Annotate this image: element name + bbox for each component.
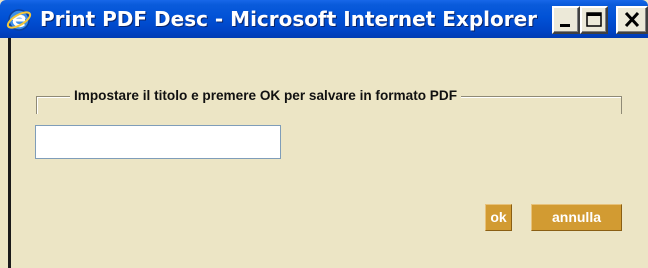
window-left-border-shadow <box>8 38 11 268</box>
window-left-border <box>0 38 8 268</box>
pdf-title-input[interactable] <box>35 125 281 159</box>
fieldset-legend: Impostare il titolo e premere OK per sal… <box>70 86 461 106</box>
title-bar[interactable]: Print PDF Desc - Microsoft Internet Expl… <box>0 0 648 38</box>
ok-button[interactable]: ok <box>485 204 512 231</box>
close-button[interactable] <box>616 6 648 34</box>
window-title: Print PDF Desc - Microsoft Internet Expl… <box>40 7 538 31</box>
dialog-window: Print PDF Desc - Microsoft Internet Expl… <box>0 0 648 268</box>
maximize-button[interactable] <box>580 6 608 34</box>
cancel-button[interactable]: annulla <box>531 204 622 231</box>
internet-explorer-icon <box>6 7 32 33</box>
minimize-button[interactable] <box>552 6 580 34</box>
